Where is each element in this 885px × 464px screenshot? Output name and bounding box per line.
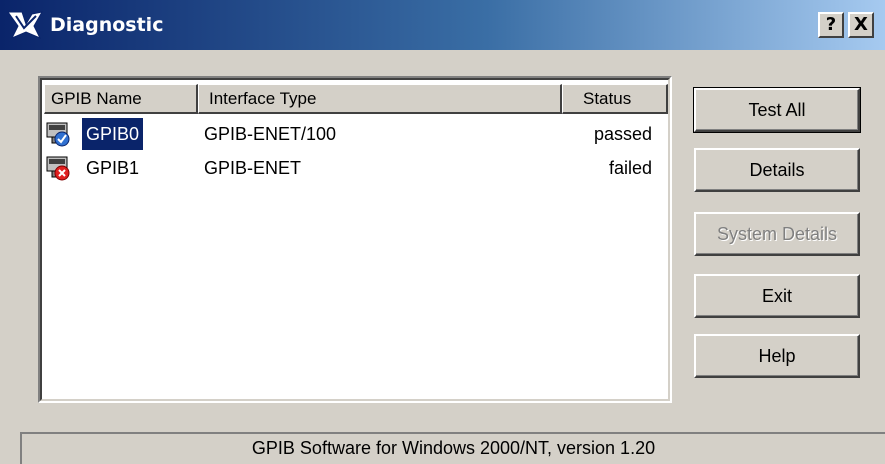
gpib-failed-icon xyxy=(46,156,70,181)
list-item[interactable]: GPIB1 GPIB-ENET failed xyxy=(46,152,668,184)
ni-logo-icon xyxy=(7,11,43,39)
title-bar[interactable]: Diagnostic ? X xyxy=(0,0,885,50)
test-all-button[interactable]: Test All xyxy=(693,87,861,133)
interface-type-cell: GPIB-ENET xyxy=(204,158,302,178)
exit-button[interactable]: Exit xyxy=(694,274,860,318)
system-details-button[interactable]: System Details xyxy=(694,212,860,256)
gpib-list[interactable]: GPIB Name Interface Type Status GPIB0 GP… xyxy=(38,76,672,403)
list-item[interactable]: GPIB0 GPIB-ENET/100 passed xyxy=(46,118,668,150)
interface-type-cell: GPIB-ENET/100 xyxy=(204,124,337,144)
diagnostic-window: Diagnostic ? X GPIB Name Interface Type … xyxy=(0,0,885,464)
column-header-status[interactable]: Status xyxy=(562,84,668,114)
gpib-name-cell[interactable]: GPIB0 xyxy=(82,118,144,150)
help-title-button[interactable]: ? xyxy=(818,12,844,38)
status-bar: GPIB Software for Windows 2000/NT, versi… xyxy=(20,432,885,464)
column-header-interface-type[interactable]: Interface Type xyxy=(198,84,562,114)
status-cell: passed xyxy=(593,124,652,144)
help-button[interactable]: Help xyxy=(694,334,860,378)
gpib-passed-icon xyxy=(46,122,70,147)
column-header-gpib-name[interactable]: GPIB Name xyxy=(44,84,198,114)
details-button[interactable]: Details xyxy=(694,148,860,192)
status-cell: failed xyxy=(608,158,652,178)
close-button[interactable]: X xyxy=(848,12,874,38)
gpib-name-cell[interactable]: GPIB1 xyxy=(82,152,143,184)
window-title: Diagnostic xyxy=(50,14,164,36)
